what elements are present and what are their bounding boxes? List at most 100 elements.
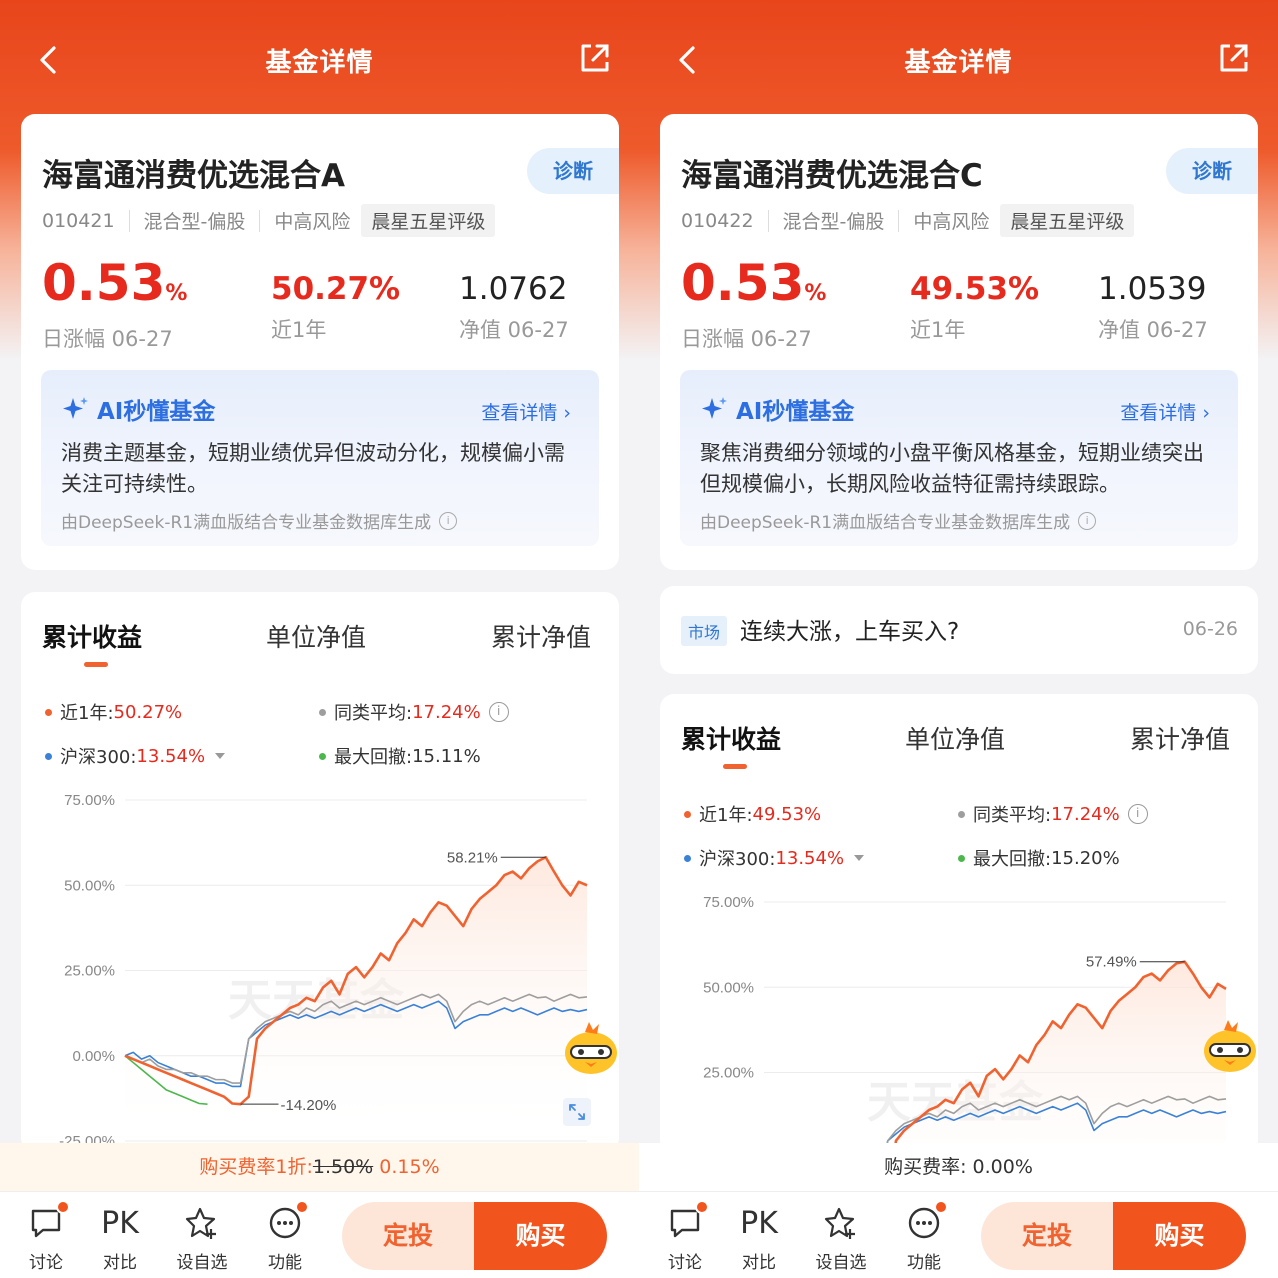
add-watchlist-button[interactable]: 设自选 <box>172 1204 232 1273</box>
fund-code: 010422 <box>681 209 754 232</box>
diagnose-button[interactable]: 诊断 <box>1166 148 1258 194</box>
more-functions-label: 功能 <box>907 1253 941 1273</box>
daily-change-label: 日涨幅 06-27 <box>42 327 173 351</box>
y-tick-label: 50.00% <box>703 979 754 996</box>
daily-change: 0.53% 日涨幅 06-27 <box>42 254 187 353</box>
notification-dot <box>695 1200 709 1214</box>
pk-icon: PK <box>740 1205 778 1241</box>
star-plus-icon <box>824 1207 855 1239</box>
daily-change-label: 日涨幅 06-27 <box>681 327 812 351</box>
fund-summary-card: 海富通消费优选混合C 诊断 010422 混合型-偏股 中高风险 晨星五星评级 … <box>660 114 1258 570</box>
notification-dot <box>934 1200 948 1214</box>
fee-original: 1.50% <box>312 1156 374 1178</box>
diagnose-button[interactable]: 诊断 <box>527 148 619 194</box>
year-return-value: 49.53% <box>910 271 1040 307</box>
nav-bar: 基金详情 <box>639 26 1278 96</box>
ai-title-text: AI秒懂基金 <box>736 399 855 425</box>
y-tick-label: 25.00% <box>64 963 115 980</box>
pk-icon: PK <box>101 1205 139 1241</box>
fund-summary-card: 海富通消费优选混合A 诊断 010421 混合型-偏股 中高风险 晨星五星评级 … <box>21 114 619 570</box>
notification-dot <box>295 1200 309 1214</box>
daily-change: 0.53% 日涨幅 06-27 <box>681 254 826 353</box>
cumulative-return-chart[interactable]: 75.00%50.00%25.00%天天基金57.49% <box>660 694 1258 1154</box>
cumulative-return-chart[interactable]: 75.00%50.00%25.00%0.00%-25.00%天天基金58.21%… <box>21 592 619 1152</box>
annotation-label: -14.20% <box>281 1097 337 1114</box>
y-tick-label: 50.00% <box>64 877 115 894</box>
news-tag: 市场 <box>681 616 728 646</box>
nav-value-number: 1.0762 <box>459 271 568 307</box>
ai-more-link[interactable]: 查看详情 › <box>1120 398 1210 425</box>
ai-more-link[interactable]: 查看详情 › <box>481 398 571 425</box>
more-functions-button[interactable]: 功能 <box>894 1200 954 1273</box>
ai-more-text: 查看详情 <box>1120 402 1197 424</box>
add-watchlist-label: 设自选 <box>815 1253 867 1273</box>
add-watchlist-label: 设自选 <box>176 1253 228 1273</box>
discuss-button[interactable]: 讨论 <box>655 1200 715 1273</box>
y-tick-label: 0.00% <box>72 1048 115 1065</box>
fund-code: 010421 <box>42 209 115 232</box>
fund-tags: 010421 混合型-偏股 中高风险 晨星五星评级 <box>42 204 496 237</box>
ai-title-text: AI秒懂基金 <box>97 399 216 425</box>
year-return: 49.53% 近1年 <box>910 270 1039 344</box>
bottom-action-bar: 讨论 PK 对比 设自选 功能 定投 购买 <box>639 1191 1278 1278</box>
sparkle-icon <box>63 397 88 419</box>
ai-source: 由DeepSeek-R1满血版结合专业基金数据库生成 i <box>700 508 1097 533</box>
y-tick-label: 25.00% <box>703 1065 754 1082</box>
rating-badge[interactable]: 晨星五星评级 <box>361 204 496 237</box>
divider <box>128 209 130 232</box>
compare-label: 对比 <box>742 1253 776 1273</box>
mascot-icon[interactable] <box>561 1020 621 1076</box>
more-functions-button[interactable]: 功能 <box>255 1200 315 1273</box>
notification-dot <box>56 1200 70 1214</box>
share-icon[interactable] <box>1216 40 1252 76</box>
bottom-action-bar: 讨论 PK 对比 设自选 功能 定投 购买 <box>0 1191 639 1278</box>
annotation-label: 58.21% <box>447 849 498 866</box>
ai-summary-box[interactable]: AI秒懂基金 查看详情 › 聚焦消费细分领域的小盘平衡风格基金，短期业绩突出但规… <box>680 370 1238 546</box>
chevron-right-icon: › <box>1202 402 1210 424</box>
ai-summary-box[interactable]: AI秒懂基金 查看详情 › 消费主题基金，短期业绩优异但波动分化，规模偏小需关注… <box>41 370 599 546</box>
daily-change-unit: % <box>804 281 827 306</box>
info-icon[interactable]: i <box>439 511 458 530</box>
fund-area-fill <box>125 857 587 1143</box>
nav-value-label: 净值 06-27 <box>459 318 569 342</box>
news-item[interactable]: 市场 连续大涨，上车买入? 06-26 <box>660 586 1258 674</box>
sip-button[interactable]: 定投 <box>342 1202 474 1270</box>
mascot-icon[interactable] <box>1200 1018 1260 1074</box>
page-title: 基金详情 <box>904 48 1013 78</box>
divider <box>767 209 769 232</box>
fund-detail-panel-c: 基金详情 海富通消费优选混合C 诊断 010422 混合型-偏股 中高风险 晨星… <box>639 0 1278 1278</box>
ai-summary-text: 聚焦消费细分领域的小盘平衡风格基金，短期业绩突出但规模偏小，长期风险收益特征需持… <box>700 441 1204 496</box>
rating-badge[interactable]: 晨星五星评级 <box>1000 204 1135 237</box>
sip-button[interactable]: 定投 <box>981 1202 1113 1270</box>
nav-value: 1.0539 净值 06-27 <box>1098 270 1208 344</box>
discuss-button[interactable]: 讨论 <box>16 1200 76 1273</box>
fund-name: 海富通消费优选混合A <box>42 158 345 194</box>
ai-summary-text: 消费主题基金，短期业绩优异但波动分化，规模偏小需关注可持续性。 <box>61 441 565 496</box>
page-title: 基金详情 <box>265 48 374 78</box>
purchase-fee-bar: 购买费率1折:1.50% 0.15% <box>0 1143 639 1191</box>
buy-button[interactable]: 购买 <box>1113 1202 1246 1270</box>
expand-icon[interactable] <box>563 1098 591 1126</box>
discuss-label: 讨论 <box>29 1253 63 1273</box>
fund-detail-panel-a: 基金详情 海富通消费优选混合A 诊断 010421 混合型-偏股 中高风险 晨星… <box>0 0 639 1278</box>
buy-button[interactable]: 购买 <box>474 1202 607 1270</box>
discuss-label: 讨论 <box>668 1253 702 1273</box>
performance-card: 累计收益 单位净值 累计净值 近1年: 50.27% 同类平均: 17.24% i 沪… <box>21 592 619 1152</box>
compare-button[interactable]: PK 对比 <box>729 1204 789 1274</box>
add-watchlist-button[interactable]: 设自选 <box>811 1204 871 1273</box>
share-icon[interactable] <box>577 40 613 76</box>
info-icon[interactable]: i <box>1078 511 1097 530</box>
compare-button[interactable]: PK 对比 <box>90 1204 150 1274</box>
nav-value: 1.0762 净值 06-27 <box>459 270 569 344</box>
year-return-label: 近1年 <box>271 318 327 342</box>
daily-change-value: 0.53 <box>681 254 805 312</box>
star-plus-icon <box>185 1207 216 1239</box>
year-return-label: 近1年 <box>910 318 966 342</box>
nav-value-label: 净值 06-27 <box>1098 318 1208 342</box>
sparkle-icon <box>702 397 727 419</box>
trade-buttons: 定投 购买 <box>342 1202 607 1270</box>
divider <box>259 209 261 232</box>
ai-title: AI秒懂基金 <box>700 392 854 426</box>
